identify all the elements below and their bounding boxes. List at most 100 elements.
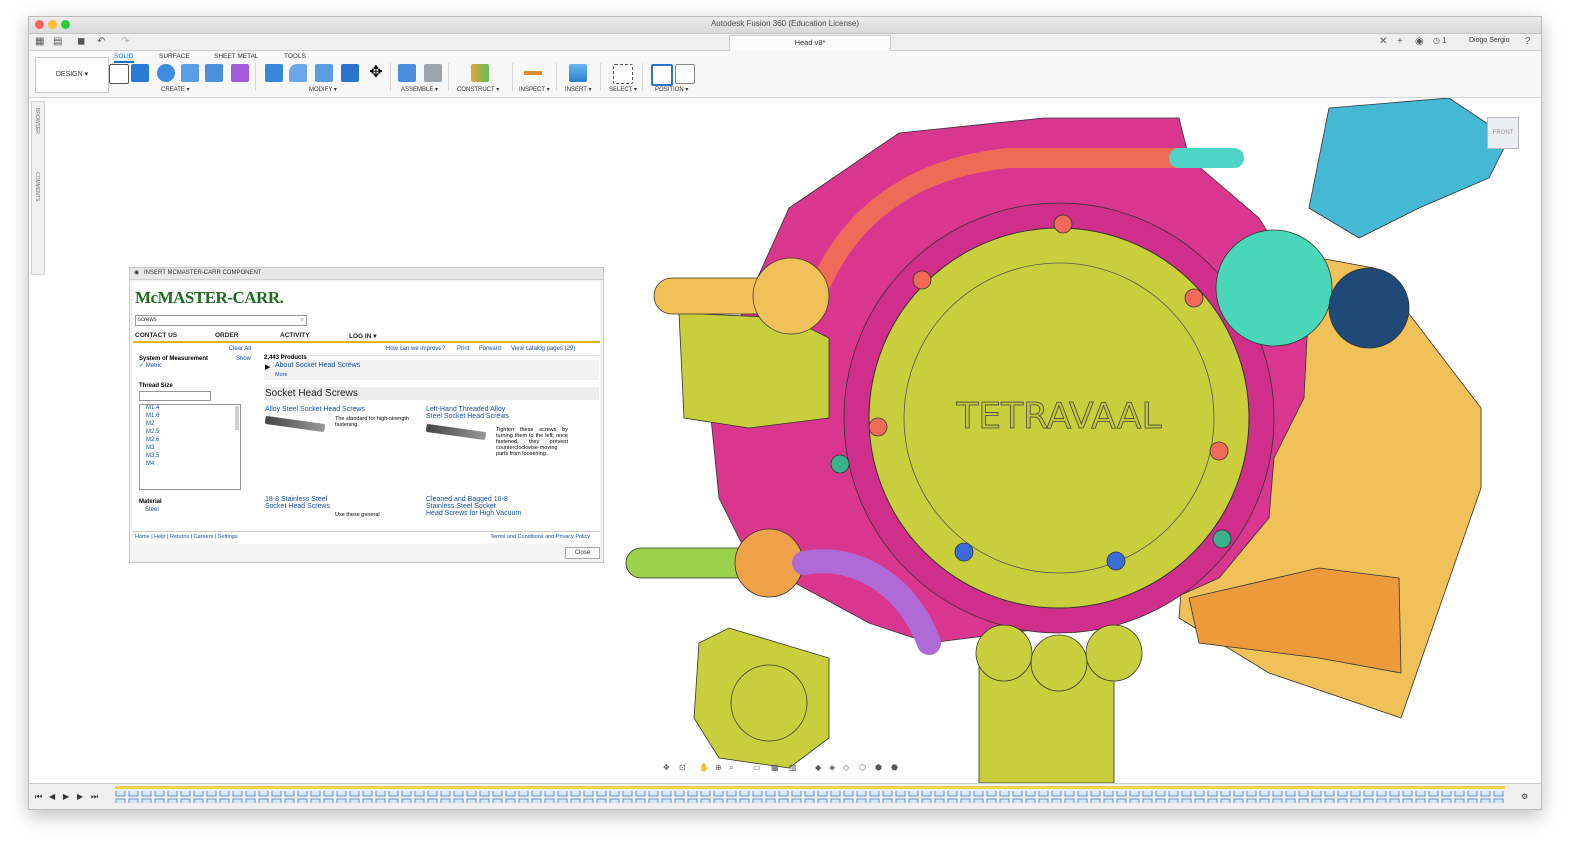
mcmaster-logo[interactable]: McMASTER-CARR. [135, 288, 284, 308]
create-form-icon[interactable] [231, 64, 249, 82]
list-item[interactable]: M4 [140, 461, 240, 467]
group-insert[interactable]: INSERT ▾ [565, 86, 591, 93]
tab-solid[interactable]: SOLID [114, 53, 134, 63]
new-tab-icon[interactable]: + [1397, 36, 1403, 47]
timeline-play-icon[interactable]: ▶ [63, 792, 69, 801]
more-link[interactable]: More [275, 372, 288, 378]
group-modify[interactable]: MODIFY ▾ [309, 86, 337, 93]
viewports-icon[interactable]: ▥ [789, 763, 797, 772]
about-link[interactable]: About Socket Head Screws [275, 362, 360, 369]
group-construct[interactable]: CONSTRUCT ▾ [457, 86, 499, 93]
product-name-line2[interactable]: Socket Head Screws [265, 503, 415, 510]
workspace-switcher[interactable]: DESIGN ▾ [35, 57, 109, 93]
group-create[interactable]: CREATE ▾ [161, 86, 190, 93]
undo-icon[interactable]: ↶ [97, 36, 105, 47]
tab-sheet-metal[interactable]: SHEET METAL [214, 53, 259, 60]
nav-contact-us[interactable]: CONTACT US [135, 332, 177, 339]
revert-position-icon[interactable] [675, 64, 695, 84]
metric-filter[interactable]: ✓ Metric [139, 362, 251, 369]
chamfer-icon[interactable] [315, 64, 333, 82]
product-card[interactable]: 18-8 Stainless Steel Socket Head Screws … [265, 496, 415, 518]
wireframe-icon[interactable]: ◇ [843, 763, 849, 772]
timeline-features[interactable] [115, 786, 1505, 806]
print-link[interactable]: Print [457, 346, 469, 352]
display-settings-icon[interactable]: ▭ [753, 763, 761, 772]
footer-links[interactable]: Home | Help | Returns | Careers | Settin… [135, 534, 238, 540]
grid-settings-icon[interactable]: ▦ [771, 763, 779, 772]
extensions-icon[interactable]: ◉ [1415, 36, 1424, 47]
product-card[interactable]: Cleaned and Bagged 18-8 Stainless Steel … [426, 496, 576, 517]
capture-position-icon[interactable] [651, 64, 673, 86]
list-item[interactable]: M3 [140, 445, 240, 451]
thread-size-input[interactable] [139, 391, 211, 401]
nav-order[interactable]: ORDER [215, 332, 238, 339]
material-steel-filter[interactable]: Steel [139, 507, 251, 513]
close-button[interactable]: Close [565, 547, 600, 559]
product-name-line3[interactable]: Head Screws for High Vacuum [426, 510, 576, 517]
product-name[interactable]: Left-Hand Threaded Alloy [426, 406, 576, 413]
job-status-icon[interactable]: ◷ 1 [1433, 36, 1447, 45]
fillet-icon[interactable] [289, 64, 307, 82]
nav-activity[interactable]: ACTIVITY [280, 332, 310, 339]
grid-menu-icon[interactable]: ▦ [35, 36, 44, 47]
timeline-prev-icon[interactable]: ◀ [49, 792, 55, 801]
redo-icon[interactable]: ↷ [121, 36, 129, 47]
product-name-line2[interactable]: Steel Socket Head Screws [426, 413, 576, 420]
expand-icon[interactable]: ▶ [265, 363, 270, 371]
browser-tab[interactable]: BROWSER [34, 108, 40, 134]
list-item[interactable]: M1.6 [140, 413, 240, 419]
file-icon[interactable]: ▤ [53, 36, 62, 47]
object-visibility-icon[interactable]: ⬣ [891, 763, 898, 772]
product-card[interactable]: Alloy Steel Socket Head Screws The stand… [264, 406, 415, 433]
fit-icon[interactable]: ⌕ [729, 763, 733, 773]
revolve-icon[interactable] [157, 64, 175, 82]
product-card[interactable]: Left-Hand Threaded Alloy Steel Socket He… [425, 406, 576, 457]
help-icon[interactable]: ? [1525, 36, 1531, 47]
forward-link[interactable]: Forward [479, 346, 501, 352]
save-icon[interactable]: ◼ [77, 36, 85, 47]
shade-edges-icon[interactable]: ◈ [829, 763, 835, 772]
zoom-icon[interactable]: ⊕ [715, 763, 722, 772]
offset-plane-icon[interactable] [471, 64, 489, 82]
effects-icon[interactable]: ⬡ [859, 763, 866, 772]
list-scrollbar[interactable] [235, 406, 239, 430]
improve-link[interactable]: How can we improve? [386, 346, 445, 352]
measure-icon[interactable] [524, 64, 542, 82]
move-icon[interactable]: ✥ [367, 64, 385, 82]
shade-icon[interactable]: ◆ [815, 763, 821, 772]
product-name[interactable]: Alloy Steel Socket Head Screws [265, 406, 415, 413]
shell-icon[interactable] [341, 64, 359, 82]
press-pull-icon[interactable] [265, 64, 283, 82]
list-item[interactable]: M3.5 [140, 453, 240, 459]
list-item[interactable]: M2 [140, 421, 240, 427]
look-at-icon[interactable]: ⊡ [679, 763, 686, 772]
product-name-line2[interactable]: Stainless Steel Socket [426, 503, 576, 510]
group-position[interactable]: POSITION ▾ [655, 86, 688, 93]
insert-image-icon[interactable] [569, 64, 587, 82]
search-input[interactable]: screws ⌕ [135, 315, 307, 326]
pattern-icon[interactable] [205, 64, 223, 82]
dialog-collapse-icon[interactable]: ◉ [134, 268, 139, 279]
search-icon[interactable]: ⌕ [301, 316, 304, 325]
list-item[interactable]: M2.6 [140, 437, 240, 443]
terms-link[interactable]: Terms and Conditions and Privacy Policy [490, 534, 590, 540]
timeline-start-icon[interactable]: ⏮ [35, 792, 42, 802]
tab-tools[interactable]: TOOLS [284, 53, 306, 60]
group-inspect[interactable]: INSPECT ▾ [519, 86, 550, 93]
view-cube[interactable]: FRONT [1487, 117, 1519, 149]
catalog-pages-link[interactable]: View catalog pages (29) [511, 346, 575, 352]
user-name[interactable]: Diogo Sergio [1469, 37, 1509, 44]
list-item[interactable]: M2.5 [140, 429, 240, 435]
timeline-settings-icon[interactable]: ⚙ [1521, 792, 1528, 801]
list-item[interactable]: M1.4 [140, 405, 240, 411]
environment-icon[interactable]: ⬢ [875, 763, 882, 772]
new-component-icon[interactable] [398, 64, 416, 82]
group-select[interactable]: SELECT ▾ [609, 86, 637, 93]
group-assemble[interactable]: ASSEMBLE ▾ [401, 86, 438, 93]
product-name[interactable]: 18-8 Stainless Steel [265, 496, 415, 503]
pan-icon[interactable]: ✋ [699, 763, 709, 772]
select-icon[interactable] [613, 64, 633, 84]
nav-log-in[interactable]: LOG IN ▾ [349, 332, 376, 340]
extrude-icon[interactable] [131, 64, 149, 82]
close-tab-icon[interactable]: ✕ [1379, 36, 1387, 47]
